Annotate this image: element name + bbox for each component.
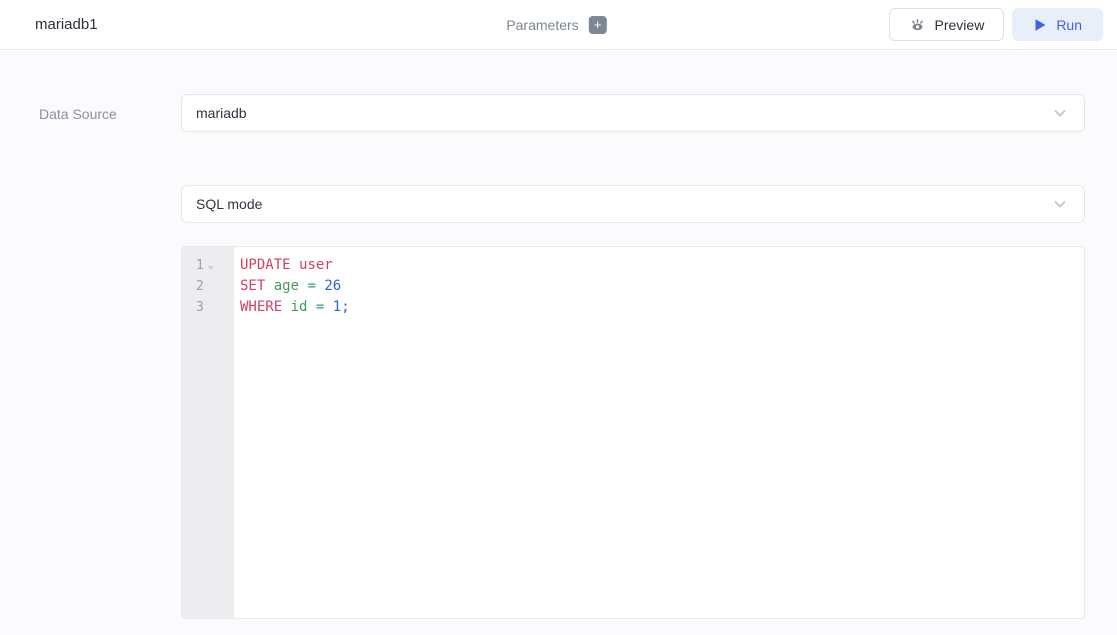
editor-gutter: 1⌄23: [182, 247, 234, 618]
code-line: UPDATE user: [240, 255, 1084, 276]
chevron-down-icon: [1052, 196, 1068, 212]
chevron-down-icon: [1052, 105, 1068, 121]
data-source-value: mariadb: [196, 105, 247, 121]
header-actions: Preview Run: [889, 8, 1103, 41]
fold-icon[interactable]: ⌄: [208, 261, 214, 271]
query-mode-select[interactable]: SQL mode: [181, 185, 1085, 223]
top-bar: mariadb1 Parameters + Preview: [0, 0, 1117, 50]
line-number: 1⌄: [182, 255, 234, 276]
preview-button[interactable]: Preview: [889, 8, 1005, 41]
run-button[interactable]: Run: [1012, 8, 1103, 41]
code-line: WHERE id = 1;: [240, 297, 1084, 318]
line-number: 3: [182, 297, 234, 318]
line-number: 2: [182, 276, 234, 297]
play-icon: [1033, 18, 1047, 32]
app-root: mariadb1 Parameters + Preview: [0, 0, 1117, 635]
parameters-group: Parameters +: [506, 0, 606, 50]
parameters-label: Parameters: [506, 17, 578, 33]
plus-icon: +: [594, 17, 602, 33]
run-label: Run: [1056, 17, 1082, 33]
eye-icon: [909, 16, 926, 33]
add-parameter-button[interactable]: +: [589, 16, 607, 34]
query-mode-value: SQL mode: [196, 196, 262, 212]
sql-editor[interactable]: 1⌄23 UPDATE userSET age = 26WHERE id = 1…: [181, 246, 1085, 619]
data-source-select[interactable]: mariadb: [181, 94, 1085, 132]
preview-label: Preview: [935, 17, 985, 33]
code-line: SET age = 26: [240, 276, 1084, 297]
data-source-label: Data Source: [39, 106, 117, 122]
editor-code-area[interactable]: UPDATE userSET age = 26WHERE id = 1;: [234, 247, 1084, 618]
page-title: mariadb1: [35, 16, 98, 33]
